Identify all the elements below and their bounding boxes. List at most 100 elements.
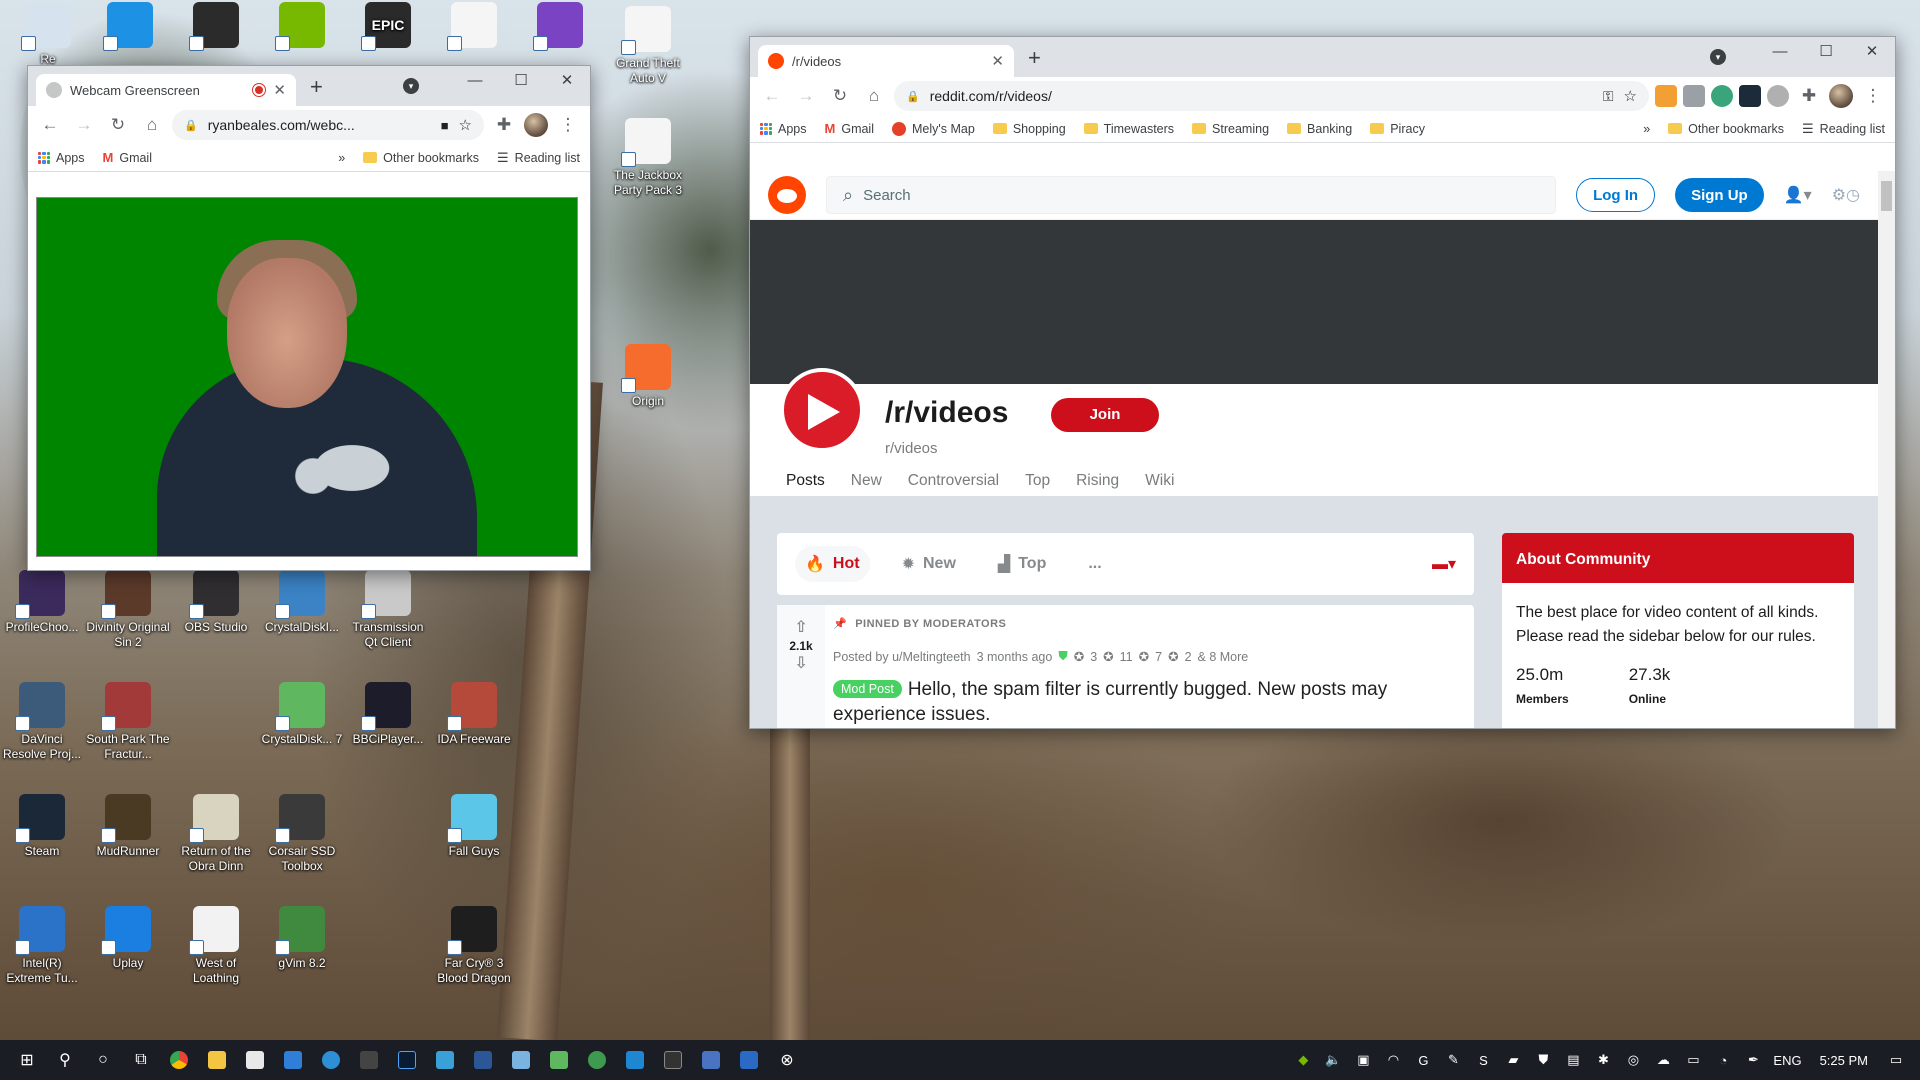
nav-rising[interactable]: Rising	[1076, 472, 1119, 490]
desktop-shortcut[interactable]: MudRunner	[86, 794, 170, 859]
more-awards[interactable]: & 8 More	[1198, 650, 1249, 664]
log-in-button[interactable]: Log In	[1576, 178, 1656, 212]
sign-up-button[interactable]: Sign Up	[1675, 178, 1764, 212]
forward-arrow-icon[interactable]: →	[792, 86, 820, 106]
tray-app-icon[interactable]: ◠	[1383, 1050, 1403, 1070]
bookmark-folder-piracy[interactable]: Piracy	[1370, 122, 1425, 136]
pinned-post[interactable]: ⇧ 2.1k ⇩ 📌 PINNED BY MODERATORS Posted by…	[777, 605, 1474, 728]
desktop-shortcut[interactable]: Origin	[606, 344, 690, 409]
tab-r-videos[interactable]: /r/videos ✕	[758, 45, 1014, 77]
profile-avatar[interactable]	[524, 113, 548, 137]
bookmarks-overflow-button[interactable]: »	[338, 151, 345, 165]
tab-close-icon[interactable]: ✕	[991, 52, 1004, 70]
desktop-shortcut[interactable]: Intel(R) Extreme Tu...	[0, 906, 84, 986]
bookmark-star-icon[interactable]: ☆	[1624, 87, 1637, 105]
bookmark-folder-banking[interactable]: Banking	[1287, 122, 1352, 136]
tray-app-icon[interactable]: ▤	[1563, 1050, 1583, 1070]
view-layout-icon[interactable]: ▬▾	[1432, 554, 1456, 574]
resolve-icon[interactable]	[350, 1040, 388, 1080]
sort-hot-button[interactable]: 🔥 Hot	[795, 546, 870, 582]
desktop-shortcut[interactable]: Re	[6, 2, 90, 67]
desktop-shortcut[interactable]: The Jackbox Party Pack 3	[606, 118, 690, 198]
bookmark-folder-shopping[interactable]: Shopping	[992, 122, 1066, 136]
desktop-shortcut[interactable]	[518, 2, 602, 52]
desktop-shortcut[interactable]: South Park The Fractur...	[86, 682, 170, 762]
desktop-shortcut[interactable]: ProfileChoo...	[0, 570, 84, 635]
store-icon[interactable]	[236, 1040, 274, 1080]
desktop-shortcut[interactable]: Divinity Original Sin 2	[86, 570, 170, 650]
bookmark-apps[interactable]: Apps	[38, 151, 85, 165]
bookmark-star-icon[interactable]: ☆	[459, 116, 472, 134]
vscode-icon[interactable]	[616, 1040, 654, 1080]
extension-react-icon[interactable]	[1739, 85, 1761, 107]
terminal-icon[interactable]	[654, 1040, 692, 1080]
defender-icon[interactable]	[730, 1040, 768, 1080]
back-arrow-icon[interactable]: ←	[758, 86, 786, 106]
user-dropdown-icon[interactable]: 👤▾	[1784, 185, 1812, 205]
notepad-icon[interactable]	[502, 1040, 540, 1080]
word-icon[interactable]	[464, 1040, 502, 1080]
close-button[interactable]: ✕	[1849, 37, 1895, 67]
language-indicator[interactable]: ENG	[1773, 1053, 1801, 1068]
desktop-shortcut[interactable]	[432, 2, 516, 52]
extension-circle-icon[interactable]	[1711, 85, 1733, 107]
nav-top[interactable]: Top	[1025, 472, 1050, 490]
extension-translate-icon[interactable]	[1683, 85, 1705, 107]
app-icon[interactable]	[540, 1040, 578, 1080]
bookmark-folder-streaming[interactable]: Streaming	[1192, 122, 1269, 136]
desktop-shortcut[interactable]: Transmission Qt Client	[346, 570, 430, 650]
search-icon[interactable]: ⚲	[46, 1040, 84, 1080]
desktop-shortcut[interactable]: IDA Freeware	[432, 682, 516, 747]
task-view-icon[interactable]: ⧉	[122, 1040, 160, 1080]
chrome-icon[interactable]	[160, 1040, 198, 1080]
other-bookmarks[interactable]: Other bookmarks	[363, 151, 479, 165]
sort-more-button[interactable]: ...	[1078, 547, 1111, 581]
nav-controversial[interactable]: Controversial	[908, 472, 999, 490]
tab-webcam-greenscreen[interactable]: Webcam Greenscreen ✕	[36, 74, 296, 106]
onedrive-icon[interactable]: ☁	[1653, 1050, 1673, 1070]
mail-icon[interactable]	[274, 1040, 312, 1080]
extensions-puzzle-icon[interactable]: ✚	[490, 115, 518, 135]
bookmark-gmail[interactable]: M Gmail	[103, 150, 153, 165]
edge-icon[interactable]	[312, 1040, 350, 1080]
tray-app-icon[interactable]: ✎	[1443, 1050, 1463, 1070]
other-bookmarks[interactable]: Other bookmarks	[1668, 122, 1784, 136]
app-icon[interactable]	[578, 1040, 616, 1080]
profile-avatar[interactable]	[1829, 84, 1853, 108]
display-icon[interactable]: ▣	[1353, 1050, 1373, 1070]
reload-icon[interactable]: ↻	[826, 86, 854, 106]
bookmark-folder-timewasters[interactable]: Timewasters	[1083, 122, 1174, 136]
bluetooth-icon[interactable]: ✱	[1593, 1050, 1613, 1070]
address-bar[interactable]: 🔒 reddit.com/r/videos/ ⚿ ☆	[894, 81, 1649, 111]
desktop-shortcut[interactable]: BBCiPlayer...	[346, 682, 430, 747]
post-title[interactable]: Mod Post Hello, the spam filter is curren…	[833, 677, 1450, 727]
home-icon[interactable]: ⌂	[860, 86, 888, 106]
file-explorer-icon[interactable]	[198, 1040, 236, 1080]
forward-arrow-icon[interactable]: →	[70, 115, 98, 135]
upvote-icon[interactable]: ⇧	[777, 617, 825, 639]
reddit-logo-icon[interactable]	[768, 176, 806, 214]
back-arrow-icon[interactable]: ←	[36, 115, 64, 135]
password-key-icon[interactable]: ⚿	[1603, 88, 1614, 105]
settings-icons[interactable]: ⚙◷	[1832, 185, 1860, 205]
desktop-shortcut[interactable]: Corsair SSD Toolbox	[260, 794, 344, 874]
notifications-icon[interactable]: ▭	[1886, 1050, 1906, 1070]
bookmark-melys-map[interactable]: Mely's Map	[892, 121, 975, 136]
extension-arch-icon[interactable]	[1767, 85, 1789, 107]
tab-search-icon[interactable]: ▾	[403, 78, 419, 94]
maximize-button[interactable]: ☐	[1803, 37, 1849, 67]
posted-by[interactable]: Posted by u/Meltingteeth	[833, 650, 971, 664]
nav-new[interactable]: New	[851, 472, 882, 490]
reddit-search-input[interactable]: ⌕ Search	[826, 176, 1557, 214]
camera-icon[interactable]: ■	[441, 118, 449, 133]
sort-top-button[interactable]: ▟ Top	[988, 546, 1056, 582]
bookmark-apps[interactable]: Apps	[760, 122, 807, 136]
steam-tray-icon[interactable]: ◎	[1623, 1050, 1643, 1070]
page-scrollbar[interactable]	[1878, 171, 1895, 728]
desktop-shortcut[interactable]: DaVinci Resolve Proj...	[0, 682, 84, 762]
desktop-shortcut[interactable]	[260, 2, 344, 52]
home-icon[interactable]: ⌂	[138, 115, 166, 135]
reload-icon[interactable]: ↻	[104, 115, 132, 135]
maximize-button[interactable]: ☐	[498, 66, 544, 96]
clock[interactable]: 5:25 PM	[1820, 1053, 1868, 1068]
